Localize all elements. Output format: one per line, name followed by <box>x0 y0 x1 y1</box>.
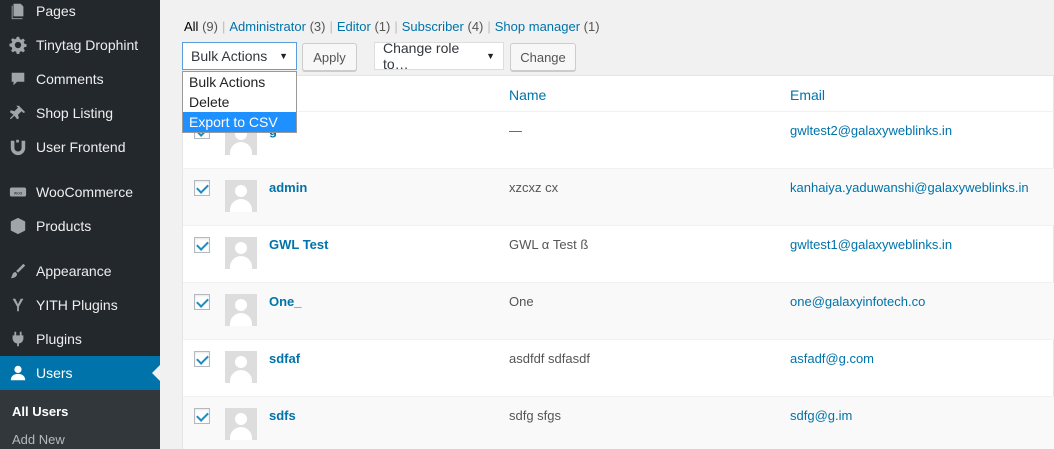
table-row: admin xzcxz cx kanhaiya.yaduwanshi@galax… <box>183 168 1054 225</box>
frontend-icon <box>0 138 36 156</box>
username-link[interactable]: sdfaf <box>269 351 300 366</box>
table-row: GWL Test GWL α Test ß gwltest1@galaxyweb… <box>183 225 1054 282</box>
sidebar-item-pages[interactable]: Pages <box>0 0 160 28</box>
username-link[interactable]: One_ <box>269 294 302 309</box>
filter-subscriber[interactable]: Subscriber <box>402 19 464 34</box>
dropdown-option-bulk-actions[interactable]: Bulk Actions <box>183 72 296 92</box>
user-email-link[interactable]: gwltest1@galaxyweblinks.in <box>790 237 952 252</box>
comment-icon <box>0 70 36 88</box>
user-fullname: xzcxz cx <box>509 180 559 195</box>
user-email-link[interactable]: asfadf@g.com <box>790 351 874 366</box>
sidebar-item-yith-plugins[interactable]: YITH Plugins <box>0 288 160 322</box>
chevron-down-icon: ▼ <box>486 51 495 61</box>
box-icon <box>0 217 36 235</box>
user-fullname: GWL α Test ß <box>509 237 589 252</box>
filter-separator: | <box>329 19 333 34</box>
brush-icon <box>0 262 36 280</box>
row-checkbox[interactable] <box>194 351 210 367</box>
sidebar-item-label: Plugins <box>36 331 82 347</box>
user-email-link[interactable]: gwltest2@galaxyweblinks.in <box>790 123 952 138</box>
sidebar-item-label: Users <box>36 365 73 381</box>
filter-separator: | <box>487 19 491 34</box>
sidebar-item-label: WooCommerce <box>36 184 133 200</box>
woocommerce-icon: woo <box>0 183 36 201</box>
user-fullname: — <box>509 123 522 138</box>
users-submenu: All Users Add New <box>0 390 160 449</box>
role-filter-links: All (9) | Administrator (3) | Editor (1) | Sub… <box>184 19 600 34</box>
username-link[interactable]: sdfs <box>269 408 296 423</box>
sidebar-item-user-frontend[interactable]: User Frontend <box>0 130 160 164</box>
avatar <box>225 294 257 326</box>
sidebar-item-label: Appearance <box>36 263 112 279</box>
user-email-link[interactable]: kanhaiya.yaduwanshi@galaxyweblinks.in <box>790 180 1029 195</box>
filter-administrator[interactable]: Administrator <box>229 19 306 34</box>
avatar <box>225 351 257 383</box>
sidebar-item-appearance[interactable]: Appearance <box>0 254 160 288</box>
table-row: g — gwltest2@galaxyweblinks.in <box>183 111 1054 168</box>
bulk-actions-dropdown: Bulk Actions Delete Export to CSV <box>182 71 297 133</box>
chevron-down-icon: ▼ <box>279 51 288 61</box>
sidebar-item-woocommerce[interactable]: woo WooCommerce <box>0 175 160 209</box>
table-row: sdfs sdfg sfgs sdfg@g.im <box>183 396 1054 449</box>
dropdown-option-export-csv[interactable]: Export to CSV <box>183 112 296 132</box>
bulk-actions-select[interactable]: Bulk Actions ▼ <box>182 42 297 70</box>
main-content: All (9) | Administrator (3) | Editor (1) | Sub… <box>160 0 1054 449</box>
table-row: One_ One one@galaxyinfotech.co <box>183 282 1054 339</box>
user-fullname: One <box>509 294 534 309</box>
column-header-email[interactable]: Email <box>790 87 825 103</box>
sidebar-item-tinytag-drophint[interactable]: Tinytag Drophint <box>0 28 160 62</box>
users-table: Name Email g — gwltest2@galaxyweblinks.i… <box>182 75 1054 449</box>
username-link[interactable]: admin <box>269 180 307 195</box>
avatar <box>225 237 257 269</box>
avatar <box>225 408 257 440</box>
table-row: sdfaf asdfdf sdfasdf asfadf@g.com <box>183 339 1054 396</box>
user-fullname: sdfg sfgs <box>509 408 562 423</box>
row-checkbox[interactable] <box>194 294 210 310</box>
sidebar-item-products[interactable]: Products <box>0 209 160 243</box>
row-checkbox[interactable] <box>194 180 210 196</box>
sidebar-item-plugins[interactable]: Plugins <box>0 322 160 356</box>
user-fullname: asdfdf sdfasdf <box>509 351 590 366</box>
pin-icon <box>0 104 36 122</box>
apply-button[interactable]: Apply <box>302 43 357 71</box>
sidebar-item-label: Shop Listing <box>36 105 114 121</box>
filter-separator: | <box>221 19 226 34</box>
sidebar-item-label: Comments <box>36 71 104 87</box>
row-checkbox[interactable] <box>194 237 210 253</box>
yith-icon <box>0 296 36 314</box>
sidebar-item-label: Products <box>36 218 92 234</box>
avatar <box>225 180 257 212</box>
row-checkbox[interactable] <box>194 408 210 424</box>
admin-sidebar: Pages Tinytag Drophint Comments Shop Lis… <box>0 0 160 449</box>
filter-shop-manager[interactable]: Shop manager <box>495 19 580 34</box>
change-button[interactable]: Change <box>510 43 576 71</box>
sidebar-item-label: YITH Plugins <box>36 297 118 313</box>
sidebar-item-users[interactable]: Users <box>0 356 160 390</box>
sidebar-item-label: Tinytag Drophint <box>36 37 139 53</box>
user-email-link[interactable]: one@galaxyinfotech.co <box>790 294 925 309</box>
gear-icon <box>0 36 36 54</box>
user-icon <box>0 364 36 382</box>
filter-editor[interactable]: Editor <box>337 19 371 34</box>
username-link[interactable]: GWL Test <box>269 237 328 252</box>
filter-all[interactable]: All (9) <box>184 19 218 34</box>
sidebar-item-label: Pages <box>36 3 76 19</box>
svg-text:woo: woo <box>14 190 23 195</box>
sidebar-item-comments[interactable]: Comments <box>0 62 160 96</box>
filter-separator: | <box>394 19 398 34</box>
submenu-add-new[interactable]: Add New <box>12 432 65 447</box>
sidebar-item-shop-listing[interactable]: Shop Listing <box>0 96 160 130</box>
user-email-link[interactable]: sdfg@g.im <box>790 408 852 423</box>
sidebar-item-label: User Frontend <box>36 139 126 155</box>
change-role-select[interactable]: Change role to… ▼ <box>374 40 504 72</box>
column-header-name[interactable]: Name <box>509 87 546 103</box>
dropdown-option-delete[interactable]: Delete <box>183 92 296 112</box>
submenu-all-users[interactable]: All Users <box>12 404 68 419</box>
plug-icon <box>0 330 36 348</box>
pages-icon <box>0 2 36 20</box>
